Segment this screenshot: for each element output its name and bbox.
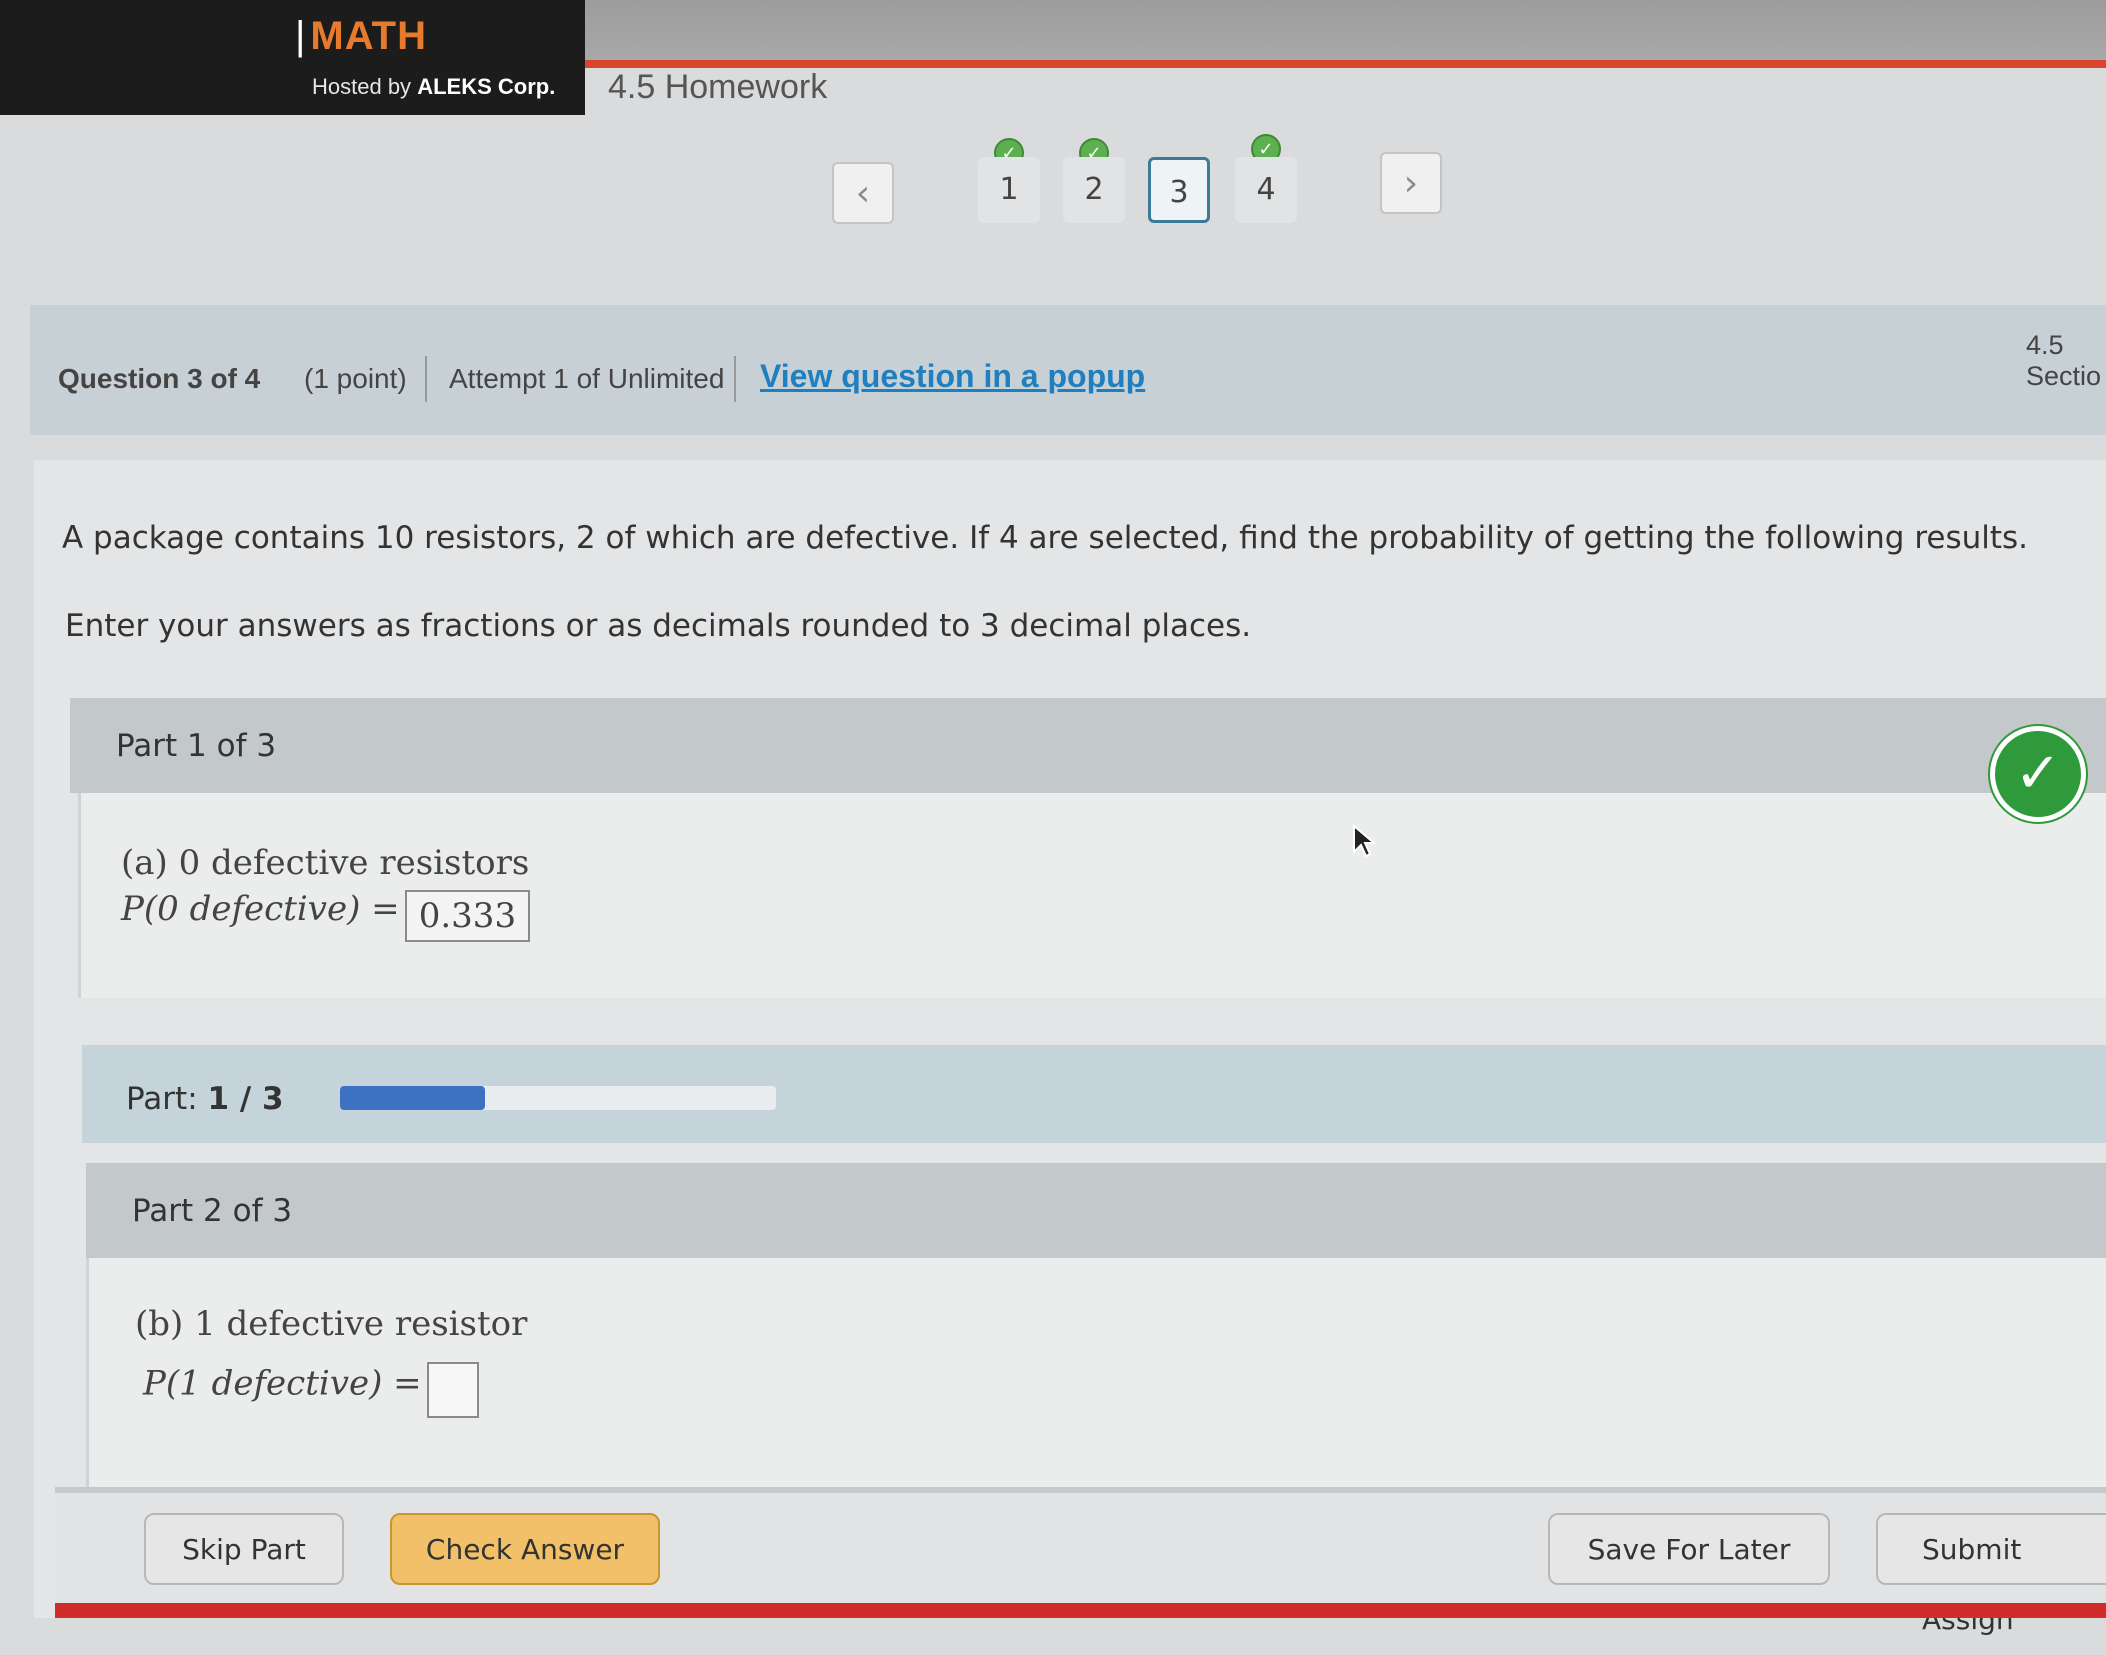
divider bbox=[734, 356, 736, 402]
part-progress-label: Part: 1 / 3 bbox=[126, 1081, 284, 1117]
progress-bar-fill bbox=[340, 1086, 486, 1110]
part1-body: (a) 0 defective resistors P(0 defective)… bbox=[78, 793, 2106, 998]
hosted-by: Hosted by ALEKS Corp. bbox=[312, 74, 556, 99]
prev-question-button[interactable]: ‹ bbox=[832, 162, 894, 224]
attempt-counter: Attempt 1 of Unlimited bbox=[449, 363, 725, 394]
part1-label: (a) 0 defective resistors bbox=[121, 843, 530, 883]
part1-answer-row: P(0 defective) = 0.333 bbox=[121, 889, 531, 942]
correct-check-icon: ✓ bbox=[1990, 726, 2086, 822]
question-points: (1 point) bbox=[304, 363, 407, 394]
question-nav-2[interactable]: 2 bbox=[1063, 157, 1125, 223]
part2-label: (b) 1 defective resistor bbox=[135, 1304, 528, 1344]
mouse-cursor-icon bbox=[1353, 824, 1376, 858]
progress-value: 1 / 3 bbox=[207, 1081, 284, 1117]
part1-answer-field[interactable]: 0.333 bbox=[404, 889, 531, 942]
part1-expression: P(0 defective) = bbox=[121, 889, 400, 929]
brand-logo: | MATH bbox=[295, 14, 427, 58]
part2-answer-row: P(1 defective) = bbox=[143, 1362, 479, 1418]
progress-label-text: Part: bbox=[126, 1081, 198, 1117]
submit-assignment-button[interactable]: Submit Assign bbox=[1876, 1513, 2106, 1636]
chevron-right-icon: › bbox=[1403, 163, 1419, 204]
check-answer-button[interactable]: Check Answer bbox=[390, 1513, 660, 1585]
part2-title: Part 2 of 3 bbox=[132, 1193, 293, 1229]
save-for-later-button[interactable]: Save For Later bbox=[1548, 1513, 1830, 1585]
section-label: 4.5 Sectio bbox=[2026, 330, 2102, 391]
question-nav-1[interactable]: 1 bbox=[978, 157, 1040, 223]
part1-header: Part 1 of 3 bbox=[70, 698, 2106, 793]
skip-part-button[interactable]: Skip Part bbox=[144, 1513, 344, 1585]
popup-link-text[interactable]: View question in a popup bbox=[760, 358, 1145, 394]
assignment-title: 4.5 Homework bbox=[608, 68, 828, 106]
footer-accent-bar bbox=[55, 1603, 2106, 1618]
chevron-left-icon: ‹ bbox=[855, 173, 871, 214]
problem-instructions: Enter your answers as fractions or as de… bbox=[65, 608, 1252, 644]
question-counter: Question 3 of 4 bbox=[58, 363, 261, 394]
divider bbox=[425, 356, 427, 402]
part2-body: (b) 1 defective resistor P(1 defective) … bbox=[86, 1258, 2106, 1487]
part1-title: Part 1 of 3 bbox=[116, 728, 277, 764]
part2-header: Part 2 of 3 bbox=[86, 1163, 2106, 1258]
brand-header: | MATH Hosted by ALEKS Corp. bbox=[0, 0, 585, 115]
problem-stem: A package contains 10 resistors, 2 of wh… bbox=[62, 520, 2029, 556]
next-question-button[interactable]: › bbox=[1380, 152, 1442, 214]
part2-answer-field[interactable] bbox=[426, 1362, 479, 1418]
view-popup-link[interactable]: View question in a popup bbox=[760, 358, 1145, 395]
question-nav-4[interactable]: 4 bbox=[1235, 157, 1297, 223]
part2-expression: P(1 defective) = bbox=[143, 1363, 422, 1404]
question-nav-3[interactable]: 3 bbox=[1148, 157, 1210, 223]
header-bar bbox=[585, 0, 2106, 68]
progress-bar bbox=[340, 1086, 776, 1110]
